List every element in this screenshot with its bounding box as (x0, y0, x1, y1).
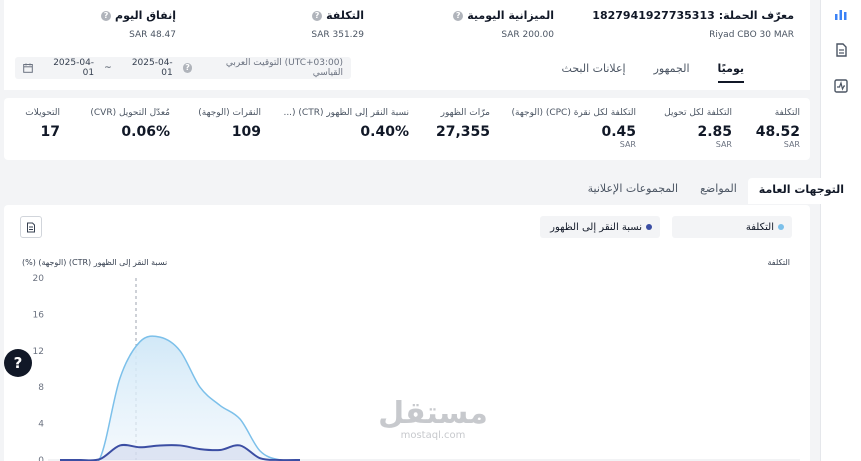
watermark-latin: mostaql.com (400, 430, 466, 441)
y-tick-label: 4 (38, 420, 44, 430)
question-icon: ? (13, 354, 23, 372)
help-circle-icon[interactable]: ? (453, 10, 464, 21)
y-tick-label: 0 (38, 456, 44, 461)
left-axis-title: نسبة النقر إلى الظهور (CTR) (الوجهة) (%) (22, 258, 168, 267)
tab-ad-groups[interactable]: المجموعات الإعلانية (577, 178, 689, 204)
metric-a-label: التكلفة (745, 221, 774, 233)
daily-budget-block: الميزانية اليومية? SAR 200.00 (453, 9, 554, 40)
metric-value: 27,355 (435, 124, 490, 140)
report-tabs: التوجهات العامة المواضع المجموعات الإعلا… (577, 178, 855, 204)
timezone-label: (UTC+03:00) التوقيت العربي القياسي (225, 58, 343, 78)
metric-b-selector[interactable]: نسبة النقر إلى الظهور (540, 216, 660, 238)
metric-value: 0.06% (121, 124, 170, 140)
watermark: مستقل mostaql.com (378, 398, 488, 442)
tab-audience[interactable]: الجمهور (640, 58, 704, 79)
y-tick-label: 20 (33, 274, 45, 284)
metric-cvr: مُعدّل التحويل (CVR) 0.06% (90, 108, 170, 140)
metric-unit: SAR (619, 140, 636, 149)
y-tick-label: 16 (33, 310, 45, 320)
right-axis-title: التكلفة (767, 258, 790, 267)
metric-label: النقرات (الوجهة) (198, 108, 261, 118)
metric-clicks: النقرات (الوجهة) 109 (198, 108, 261, 140)
export-icon (27, 222, 35, 232)
activity-icon[interactable] (833, 78, 849, 94)
legend-dot-icon (646, 224, 652, 230)
metric-cost: التكلفة 48.52 SAR (756, 108, 800, 149)
campaign-id-label: معرّف الحملة: (718, 9, 794, 22)
metric-label: التكلفة لكل تحويل (664, 108, 732, 118)
metric-ctr: نسبة النقر إلى الظهور (CTR) (... 0.40% (283, 108, 409, 140)
metric-value: 48.52 (755, 124, 800, 140)
metric-cpc: التكلفة لكل نقرة (CPC) (الوجهة) 0.45 SAR (512, 108, 636, 149)
metric-label: مرّات الظهور (440, 108, 490, 118)
metric-value: 0.40% (360, 124, 409, 140)
metric-a-selector[interactable]: التكلفة (672, 216, 792, 238)
legend-dot-icon (778, 224, 784, 230)
tab-placements[interactable]: المواضع (689, 178, 748, 204)
tab-overall-trends[interactable]: التوجهات العامة (747, 178, 855, 204)
date-separator: ~ (104, 63, 112, 73)
view-tabs: يوميًا الجمهور إعلانات البحث (548, 58, 758, 83)
daily-budget-value: SAR 200.00 (501, 30, 554, 40)
watermark-arabic: مستقل (378, 396, 488, 431)
daily-budget-label: الميزانية اليومية (467, 9, 554, 22)
y-tick-label: 12 (33, 347, 44, 357)
metric-label: مُعدّل التحويل (CVR) (90, 108, 170, 118)
metric-label: التكلفة (774, 108, 800, 118)
metrics-summary: التكلفة 48.52 SAR التكلفة لكل تحويل 2.85… (4, 98, 810, 160)
metric-label: نسبة النقر إلى الظهور (CTR) (... (283, 108, 409, 118)
metric-value: 0.45 (601, 124, 636, 140)
date-start[interactable]: 2025-04-01 (122, 58, 173, 78)
tab-daily[interactable]: يوميًا (704, 58, 758, 83)
cost-block: التكلفة? SAR 351.29 (311, 9, 364, 40)
campaign-id: 1827941927735313 (592, 9, 715, 22)
export-button[interactable] (20, 216, 42, 238)
metric-unit: SAR (715, 140, 732, 149)
bar-chart-icon[interactable] (833, 6, 849, 22)
metric-label: التحويلات (25, 108, 60, 118)
metric-unit: SAR (783, 140, 800, 149)
calendar-icon[interactable] (23, 63, 33, 73)
tab-search-ads[interactable]: إعلانات البحث (548, 58, 640, 79)
cost-label: التكلفة (326, 9, 364, 22)
metric-b-label: نسبة النقر إلى الظهور (550, 221, 642, 233)
campaign-id-block: معرّف الحملة: 1827941927735313 Riyad CBO … (592, 9, 794, 40)
metric-label: التكلفة لكل نقرة (CPC) (الوجهة) (511, 108, 636, 118)
metric-value: 17 (40, 124, 60, 140)
today-spend-block: إنفاق اليوم? SAR 48.47 (101, 9, 176, 40)
campaign-name: Riyad CBO 30 MAR (709, 30, 794, 40)
help-circle-icon: ? (182, 63, 193, 73)
cost-value: SAR 351.29 (311, 30, 364, 40)
metric-impressions: مرّات الظهور 27,355 (436, 108, 490, 140)
today-spend-value: SAR 48.47 (129, 30, 176, 40)
date-range-picker[interactable]: (UTC+03:00) التوقيت العربي القياسي ? 202… (15, 57, 351, 79)
help-button[interactable]: ? (4, 349, 32, 377)
metric-conversions: التحويلات 17 (25, 108, 60, 140)
cost-area (60, 336, 300, 461)
help-circle-icon[interactable]: ? (101, 10, 112, 21)
document-icon[interactable] (833, 42, 849, 58)
y-tick-label: 8 (38, 383, 44, 393)
help-circle-icon[interactable]: ? (312, 10, 323, 21)
today-spend-label: إنفاق اليوم (115, 9, 176, 22)
metric-cost-per-conversion: التكلفة لكل تحويل 2.85 SAR (664, 108, 732, 149)
metric-value: 2.85 (697, 124, 732, 140)
timezone-selector[interactable]: (UTC+03:00) التوقيت العربي القياسي ? (182, 58, 343, 78)
metric-value: 109 (231, 124, 261, 140)
right-rail (820, 0, 861, 461)
date-end[interactable]: 2025-04-01 (43, 58, 94, 78)
